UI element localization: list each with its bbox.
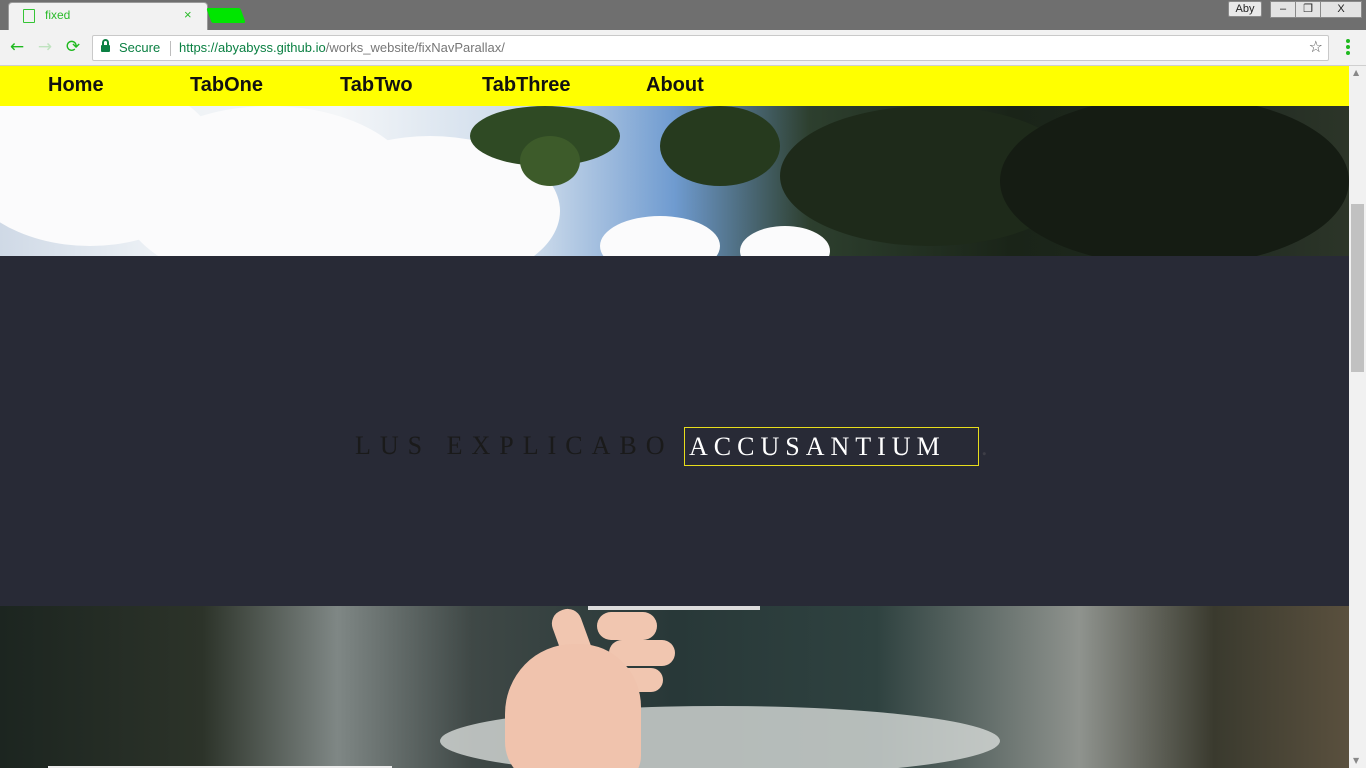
browser-titlebar: fixed × Aby – ❐ X [0, 0, 1366, 30]
new-tab-button[interactable] [206, 8, 246, 23]
close-tab-icon[interactable]: × [184, 7, 192, 22]
headline-text: LUS EXPLICABO [355, 431, 674, 460]
url-path: /works_website/fixNavParallax/ [325, 40, 505, 55]
scrollbar-thumb[interactable] [1351, 204, 1364, 372]
headline-suffix: . [981, 432, 988, 461]
page-icon [23, 9, 35, 23]
profile-button[interactable]: Aby [1228, 1, 1262, 17]
lock-icon [101, 39, 110, 53]
nav-link-about[interactable]: About [646, 74, 704, 97]
browser-toolbar: ← → ⟳ Secure https://abyabyss.github.io/… [0, 30, 1366, 66]
forward-arrow-icon[interactable]: → [34, 36, 56, 58]
close-window-button[interactable]: X [1320, 1, 1362, 18]
minimize-button[interactable]: – [1270, 1, 1296, 18]
bookmark-star-icon[interactable]: ☆ [1309, 37, 1323, 56]
site-navbar: Home TabOne TabTwo TabThree About [0, 66, 1349, 106]
address-separator [170, 41, 171, 56]
parallax-photo [0, 606, 1349, 768]
browser-tab[interactable]: fixed × [8, 2, 208, 30]
url-scheme: https:// [179, 40, 219, 55]
maximize-button[interactable]: ❐ [1295, 1, 1321, 18]
page-viewport: Home TabOne TabTwo TabThree About LUS EX… [0, 66, 1349, 768]
reload-icon[interactable]: ⟳ [62, 36, 84, 58]
url-text[interactable]: https://abyabyss.github.io/works_website… [179, 40, 505, 55]
address-bar[interactable]: Secure https://abyabyss.github.io/works_… [92, 35, 1329, 61]
headline-section: LUS EXPLICABO ACCUSANTIUM . [0, 256, 1349, 606]
browser-menu-icon[interactable] [1338, 38, 1358, 60]
scroll-down-arrow-icon[interactable]: ▼ [1353, 756, 1359, 765]
nav-link-home[interactable]: Home [48, 74, 104, 97]
nav-link-tabtwo[interactable]: TabTwo [340, 74, 413, 97]
tab-title: fixed [45, 8, 71, 22]
hand-image [497, 606, 675, 768]
nav-link-tabthree[interactable]: TabThree [482, 74, 571, 97]
back-arrow-icon[interactable]: ← [6, 36, 28, 58]
nav-link-tabone[interactable]: TabOne [190, 74, 263, 97]
headline-highlight: ACCUSANTIUM [684, 427, 979, 466]
scroll-up-arrow-icon[interactable]: ▲ [1353, 68, 1359, 77]
page-scrollbar[interactable]: ▲ ▼ [1349, 66, 1366, 768]
secure-label: Secure [119, 40, 161, 55]
url-host: abyabyss.github.io [218, 40, 326, 55]
